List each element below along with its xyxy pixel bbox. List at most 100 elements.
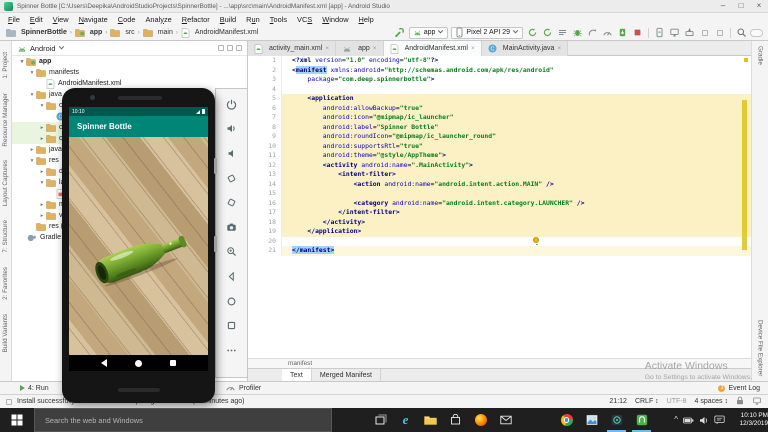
tree-down-arrow-icon[interactable]: ▾ [28,92,36,98]
readonly-lock-icon[interactable] [736,396,744,407]
code-line-21[interactable]: 21 </manifest> [248,246,751,256]
attach-gradle-wrench-icon[interactable] [393,26,406,39]
tab-device-file-explorer[interactable]: Device File Explorer [757,320,764,376]
avd-manager-icon[interactable] [653,26,666,39]
overview-icon[interactable] [220,313,244,338]
settings-icon[interactable] [698,26,711,39]
menu-code[interactable]: Code [113,15,141,24]
zoom-icon[interactable] [220,240,244,265]
tray-expand-icon[interactable]: ^ [674,416,678,424]
tree-item[interactable]: ▾ manifests [12,67,247,78]
rotate-left-icon[interactable] [220,166,244,191]
menu-tools[interactable]: Tools [265,15,292,24]
settings-icon[interactable] [218,45,224,51]
breadcrumb-item[interactable]: AndroidManifest.xml [181,27,258,38]
volume-icon[interactable] [699,416,709,425]
screenshot-icon[interactable] [220,215,244,240]
tree-item[interactable]: ▾ app [12,56,247,67]
menu-view[interactable]: View [48,15,74,24]
tree-down-arrow-icon[interactable]: ▾ [28,158,36,164]
close-tab-icon[interactable]: × [557,45,561,52]
apply-changes-icon[interactable] [541,26,554,39]
search-icon[interactable] [735,26,748,39]
encoding-selector[interactable]: UTF-8 [667,398,687,405]
code-line-13[interactable]: 13 <intent-filter> [248,170,751,180]
tool-stripe-tab-layout-captures[interactable]: Layout Captures [2,160,9,206]
line-ending-selector[interactable]: CRLF ↕ [635,398,659,405]
code-line-2[interactable]: 2 <manifest xmlns:android="http://schemas… [248,65,751,75]
close-tab-icon[interactable]: × [325,45,329,52]
menu-run[interactable]: Run [241,15,265,24]
caret-position[interactable]: 21:12 [609,398,627,405]
rotate-right-icon[interactable] [220,190,244,215]
tree-right-arrow-icon[interactable]: ▸ [38,136,46,142]
code-line-15[interactable]: 15 [248,189,751,199]
tool-stripe-tab----project[interactable]: 1: Project [2,52,9,79]
attach-debugger-icon[interactable] [586,26,599,39]
chat-icon[interactable] [714,415,725,425]
hide-panel-icon[interactable] [236,45,242,51]
app-content-wood-floor[interactable] [69,137,208,355]
tab-gradle[interactable]: Gradle [757,46,764,65]
install-icon[interactable] [616,26,629,39]
menu-build[interactable]: Build [215,15,241,24]
taskbar-clock[interactable]: 10:10 PM 12/3/2019 [728,412,768,428]
inspection-status-icon[interactable] [744,58,748,62]
back-icon[interactable] [220,264,244,289]
plugin-icon[interactable] [713,26,726,39]
start-button[interactable] [0,408,34,432]
code-editor[interactable]: 1 <?xml version="1.0" encoding="utf-8"?> 2… [248,56,751,358]
scrollbar-highlight-marker[interactable] [742,100,747,250]
code-line-5[interactable]: 5 <application [248,94,751,104]
tool-stripe-tab-build-variants[interactable]: Build Variants [2,314,9,352]
close-tab-icon[interactable]: × [373,45,377,52]
tree-right-arrow-icon[interactable]: ▸ [38,125,46,131]
tree-down-arrow-icon[interactable]: ▾ [18,59,26,65]
overview-icon[interactable] [169,359,177,367]
store-icon[interactable] [443,408,468,432]
menu-help[interactable]: Help [354,15,379,24]
manifest-tab-text[interactable]: Text [282,369,312,381]
tool-window-toggle-icon[interactable] [6,398,12,405]
explorer-icon[interactable] [418,408,443,432]
emulator-screen[interactable]: 10:10 Spinner Bottle [69,107,208,371]
back-icon[interactable] [100,359,107,367]
volume-up-icon[interactable] [220,117,244,142]
tree-right-arrow-icon[interactable]: ▸ [38,169,46,175]
maximize-button[interactable]: □ [732,0,750,13]
close-button[interactable]: × [750,0,768,13]
tool-stripe-tab----structure[interactable]: 7: Structure [2,220,9,253]
tree-down-arrow-icon[interactable]: ▾ [38,180,46,186]
power-icon[interactable] [220,92,244,117]
tab-run[interactable]: 4: Run [0,385,49,392]
menu-analyze[interactable]: Analyze [140,15,176,24]
device-select[interactable]: Pixel 2 API 29 [451,26,523,39]
volume-down-icon[interactable] [220,141,244,166]
code-line-12[interactable]: 12 <activity android:name=".MainActivity… [248,160,751,170]
breadcrumb-item[interactable]: SpinnerBottle [6,28,67,37]
emulator-app-icon[interactable] [629,408,654,432]
editor-tab-activity-main-xml[interactable]: activity_main.xml × [248,41,337,56]
logcat-icon[interactable] [668,26,681,39]
photos-icon[interactable] [579,408,604,432]
tree-right-arrow-icon[interactable]: ▸ [38,213,46,219]
run-icon[interactable] [526,26,539,39]
battery-icon[interactable] [683,417,694,424]
code-line-9[interactable]: 9 android:roundIcon="@mipmap/ic_launcher… [248,132,751,142]
event-log-button[interactable]: 3 Event Log [718,384,768,392]
project-view-selector[interactable]: Android [30,44,55,53]
taskbar-search-input[interactable]: Search the web and Windows [34,408,332,432]
code-line-1[interactable]: 1 <?xml version="1.0" encoding="utf-8"?> [248,56,751,66]
code-line-19[interactable]: 19 </application> [248,227,751,237]
tree-down-arrow-icon[interactable]: ▾ [38,103,46,109]
code-line-20[interactable]: 20 [248,236,751,246]
menu-window[interactable]: Window [317,15,353,24]
collapse-all-icon[interactable] [227,45,233,51]
intention-bulb-icon[interactable] [533,237,539,245]
task-view-icon[interactable] [368,408,393,432]
profiler-icon[interactable] [601,26,614,39]
menu-refactor[interactable]: Refactor [177,15,215,24]
edge-icon[interactable]: e [393,408,418,432]
debug-icon[interactable] [571,26,584,39]
tool-stripe-tab----favorites[interactable]: 2: Favorites [2,267,9,300]
